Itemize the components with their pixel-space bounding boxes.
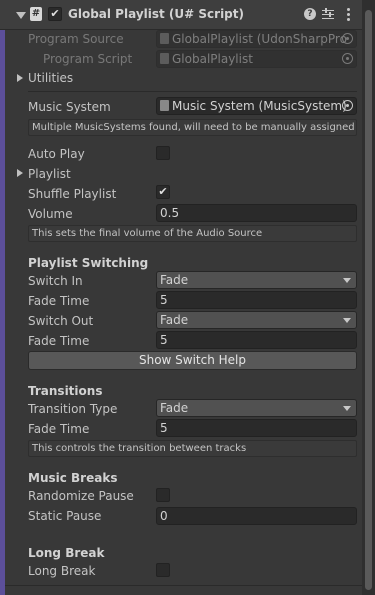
program-source-label: Program Source bbox=[28, 32, 124, 46]
fade-time-out-label: Fade Time bbox=[28, 334, 90, 348]
switch-in-dropdown[interactable]: Fade bbox=[156, 271, 357, 289]
transition-type-label: Transition Type bbox=[28, 402, 118, 416]
music-system-field[interactable]: Music System (MusicSystem) bbox=[156, 97, 357, 115]
volume-help-box: This sets the final volume of the Audio … bbox=[28, 225, 357, 242]
transition-fade-time-field[interactable]: 5 bbox=[156, 419, 357, 437]
program-source-value: GlobalPlaylist (UdonSharpPro bbox=[172, 32, 347, 46]
object-picker-icon bbox=[342, 53, 353, 64]
object-picker-icon[interactable] bbox=[342, 100, 353, 111]
static-pause-label: Static Pause bbox=[28, 509, 102, 523]
fade-time-in-field[interactable]: 5 bbox=[156, 291, 357, 309]
component-header[interactable]: # ✔ Global Playlist (U# Script) ? bbox=[0, 0, 362, 30]
dropdown-arrow-icon bbox=[343, 318, 351, 323]
randomize-pause-checkbox[interactable] bbox=[156, 488, 170, 502]
check-glyph: ✔ bbox=[158, 185, 168, 198]
component-icon bbox=[160, 100, 169, 111]
fade-time-out-field[interactable]: 5 bbox=[156, 331, 357, 349]
program-script-label: Program Script bbox=[43, 52, 133, 66]
enabled-checkbox[interactable]: ✔ bbox=[48, 7, 62, 21]
switch-out-dropdown[interactable]: Fade bbox=[156, 311, 357, 329]
music-breaks-heading: Music Breaks bbox=[28, 471, 118, 485]
transition-type-value: Fade bbox=[160, 401, 189, 415]
program-script-field: GlobalPlaylist bbox=[156, 50, 357, 68]
inspector-accent-bar bbox=[0, 29, 5, 595]
long-break-label: Long Break bbox=[28, 564, 96, 578]
playlist-foldout[interactable]: Playlist bbox=[28, 166, 71, 182]
playlist-switching-heading: Playlist Switching bbox=[28, 256, 149, 270]
shuffle-playlist-checkbox[interactable]: ✔ bbox=[156, 185, 170, 199]
dropdown-arrow-icon bbox=[343, 406, 351, 411]
transition-type-dropdown[interactable]: Fade bbox=[156, 399, 357, 417]
volume-label: Volume bbox=[28, 207, 73, 221]
object-picker-icon bbox=[342, 33, 353, 44]
music-system-label: Music System bbox=[28, 100, 111, 114]
music-system-value: Music System (MusicSystem) bbox=[172, 99, 347, 113]
switch-out-value: Fade bbox=[160, 313, 189, 327]
utilities-foldout[interactable]: Utilities bbox=[28, 70, 73, 86]
help-icon[interactable]: ? bbox=[304, 8, 316, 20]
randomize-pause-label: Randomize Pause bbox=[28, 489, 134, 503]
auto-play-label: Auto Play bbox=[28, 147, 85, 161]
music-system-help-box: Multiple MusicSystems found, will need t… bbox=[28, 119, 357, 136]
enabled-check-glyph: ✔ bbox=[50, 7, 60, 20]
switch-in-value: Fade bbox=[160, 273, 189, 287]
shuffle-playlist-label: Shuffle Playlist bbox=[28, 187, 117, 201]
long-break-heading: Long Break bbox=[28, 546, 105, 560]
program-source-field: GlobalPlaylist (UdonSharpPro bbox=[156, 30, 357, 48]
program-script-value: GlobalPlaylist bbox=[172, 52, 253, 66]
playlist-foldout-arrow-icon[interactable] bbox=[17, 169, 23, 177]
transition-fade-time-label: Fade Time bbox=[28, 422, 90, 436]
script-asset-icon bbox=[160, 53, 169, 64]
transitions-heading: Transitions bbox=[28, 384, 103, 398]
dropdown-arrow-icon bbox=[343, 278, 351, 283]
switch-in-label: Switch In bbox=[28, 274, 83, 288]
fade-time-in-label: Fade Time bbox=[28, 294, 90, 308]
collapse-triangle-icon[interactable] bbox=[16, 12, 26, 19]
script-icon: # bbox=[30, 7, 42, 21]
asset-icon bbox=[160, 33, 169, 44]
auto-play-checkbox[interactable] bbox=[156, 146, 170, 160]
component-title: Global Playlist (U# Script) bbox=[68, 7, 244, 21]
utilities-foldout-arrow-icon[interactable] bbox=[17, 74, 23, 82]
show-switch-help-button[interactable]: Show Switch Help bbox=[28, 351, 357, 370]
switch-out-label: Switch Out bbox=[28, 314, 94, 328]
bottom-divider bbox=[5, 585, 362, 586]
divider bbox=[28, 91, 357, 92]
static-pause-field[interactable]: 0 bbox=[156, 507, 357, 525]
volume-field[interactable]: 0.5 bbox=[156, 204, 357, 222]
kebab-menu-icon[interactable] bbox=[346, 7, 350, 21]
preset-icon[interactable] bbox=[322, 8, 334, 20]
transitions-help-box: This controls the transition between tra… bbox=[28, 440, 357, 457]
long-break-checkbox[interactable] bbox=[156, 563, 170, 577]
scrollbar-thumb[interactable] bbox=[365, 10, 372, 590]
